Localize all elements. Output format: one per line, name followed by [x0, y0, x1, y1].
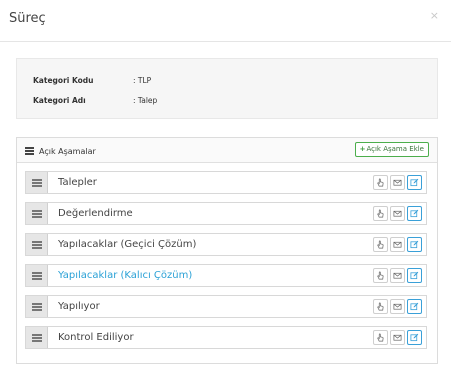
hand-pointer-icon[interactable]	[373, 299, 388, 314]
stage-name: Değerlendirme	[58, 208, 133, 219]
edit-icon[interactable]	[407, 237, 422, 252]
edit-icon[interactable]	[407, 268, 422, 283]
stage-name: Yapılıyor	[58, 301, 100, 312]
hand-pointer-icon[interactable]	[373, 175, 388, 190]
envelope-icon[interactable]	[390, 330, 405, 345]
stage-actions	[371, 175, 422, 190]
hand-pointer-icon[interactable]	[373, 268, 388, 283]
stage-name: Yapılacaklar (Geçici Çözüm)	[58, 239, 197, 250]
panel-header: Açık Aşamalar +Açık Aşama Ekle	[17, 138, 437, 163]
envelope-icon[interactable]	[390, 299, 405, 314]
hand-pointer-icon[interactable]	[373, 330, 388, 345]
panel-title: Açık Aşamalar	[39, 147, 96, 156]
drag-handle-icon[interactable]	[26, 203, 48, 224]
category-code-label: Kategori Kodu	[33, 76, 94, 85]
hand-pointer-icon[interactable]	[373, 206, 388, 221]
drag-handle-icon[interactable]	[26, 327, 48, 348]
stage-item[interactable]: Değerlendirme	[25, 202, 427, 225]
envelope-icon[interactable]	[390, 237, 405, 252]
edit-icon[interactable]	[407, 175, 422, 190]
add-stage-button[interactable]: +Açık Aşama Ekle	[354, 142, 429, 157]
stage-actions	[371, 299, 422, 314]
category-name-value: : Talep	[133, 96, 158, 105]
envelope-icon[interactable]	[390, 268, 405, 283]
stage-actions	[371, 330, 422, 345]
add-stage-label: Açık Aşama Ekle	[366, 145, 424, 153]
stage-actions	[371, 268, 422, 283]
category-info-box: Kategori Kodu : TLP Kategori Adı : Talep	[16, 58, 438, 119]
hand-pointer-icon[interactable]	[373, 237, 388, 252]
plus-icon: +	[359, 145, 366, 153]
stage-item[interactable]: Yapılıyor	[25, 295, 427, 318]
category-name-label: Kategori Adı	[33, 96, 86, 105]
stage-actions	[371, 206, 422, 221]
stage-actions	[371, 237, 422, 252]
stage-item[interactable]: Kontrol Ediliyor	[25, 326, 427, 349]
modal-header: Süreç ×	[0, 0, 451, 42]
drag-handle-icon[interactable]	[26, 172, 48, 193]
edit-icon[interactable]	[407, 206, 422, 221]
envelope-icon[interactable]	[390, 206, 405, 221]
stage-item[interactable]: Yapılacaklar (Geçici Çözüm)	[25, 233, 427, 256]
category-code-value: : TLP	[133, 76, 152, 85]
envelope-icon[interactable]	[390, 175, 405, 190]
stage-name: Kontrol Ediliyor	[58, 332, 134, 343]
drag-handle-icon[interactable]	[26, 265, 48, 286]
open-stages-panel: Açık Aşamalar +Açık Aşama Ekle Talepler D…	[16, 137, 438, 364]
edit-icon[interactable]	[407, 330, 422, 345]
stage-name: Yapılacaklar (Kalıcı Çözüm)	[58, 270, 193, 281]
list-icon	[25, 147, 34, 155]
modal-title: Süreç	[9, 11, 46, 26]
category-code-row: Kategori Kodu : TLP	[33, 76, 151, 85]
drag-handle-icon[interactable]	[26, 234, 48, 255]
stage-item[interactable]: Yapılacaklar (Kalıcı Çözüm)	[25, 264, 427, 287]
drag-handle-icon[interactable]	[26, 296, 48, 317]
stage-item[interactable]: Talepler	[25, 171, 427, 194]
close-button[interactable]: ×	[430, 9, 439, 22]
category-name-row: Kategori Adı : Talep	[33, 96, 157, 105]
edit-icon[interactable]	[407, 299, 422, 314]
stage-name: Talepler	[58, 177, 97, 188]
